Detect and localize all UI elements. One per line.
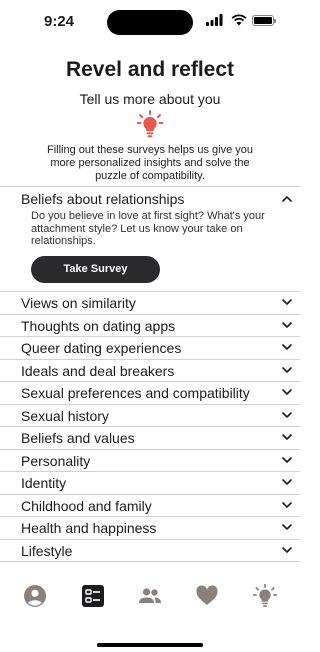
survey-item-label: Childhood and family — [21, 497, 152, 514]
people-icon[interactable] — [138, 584, 162, 608]
chevron-down-icon[interactable] — [282, 546, 292, 554]
survey-item[interactable]: Views on similarity — [0, 291, 300, 314]
survey-item-label: Sexual preferences and compatibility — [21, 385, 250, 401]
dynamic-island — [107, 10, 193, 35]
survey-item-label: Identity — [21, 475, 67, 491]
home-indicator — [97, 643, 203, 647]
page-description: Filling out these surveys helps us give … — [46, 144, 254, 182]
survey-item[interactable]: Sexual history — [0, 403, 300, 427]
page-title: Revel and reflect — [65, 58, 235, 81]
survey-item-label: Lifestyle — [21, 542, 73, 559]
survey-item-label: Thoughts on dating apps — [21, 317, 176, 334]
survey-item[interactable]: Ideals and deal breakers — [0, 358, 300, 382]
chevron-down-icon[interactable] — [282, 299, 292, 306]
survey-item-label: Sexual history — [21, 407, 109, 424]
lightbulb-icon — [137, 110, 163, 138]
chevron-down-icon[interactable] — [282, 411, 292, 419]
survey-item-label: Ideals and deal breakers — [21, 362, 175, 379]
chevron-down-icon[interactable] — [282, 344, 292, 351]
chevron-up-icon[interactable] — [282, 195, 292, 202]
take-survey-button[interactable]: Take Survey — [31, 256, 160, 283]
chevron-down-icon[interactable] — [282, 321, 292, 329]
status-bar: 9:24 — [0, 0, 300, 42]
chevron-down-icon[interactable] — [282, 366, 292, 374]
survey-item-label: Beliefs and values — [21, 430, 135, 446]
chevron-down-icon[interactable] — [282, 389, 292, 396]
survey-item-label: Queer dating experiences — [21, 340, 182, 356]
survey-item[interactable]: Sexual preferences and compatibility — [0, 381, 300, 404]
status-time: 9:24 — [44, 13, 75, 30]
chevron-down-icon[interactable] — [282, 479, 292, 486]
heart-icon[interactable] — [195, 584, 219, 608]
survey-item-label: Personality — [21, 452, 91, 469]
survey-item-beliefs-about-relationships[interactable]: Beliefs about relationships Do you belie… — [0, 186, 300, 291]
lightbulb-icon[interactable] — [253, 584, 277, 608]
survey-item[interactable]: Thoughts on dating apps — [0, 313, 300, 337]
chevron-down-icon[interactable] — [282, 501, 292, 509]
survey-item[interactable]: Personality — [0, 448, 300, 472]
survey-list: Beliefs about relationships Do you belie… — [0, 186, 300, 562]
survey-item[interactable]: Lifestyle — [0, 538, 300, 562]
wifi-icon — [231, 14, 247, 26]
list-divider — [0, 561, 300, 562]
survey-item[interactable]: Health and happiness — [0, 516, 300, 539]
chevron-down-icon[interactable] — [282, 434, 292, 441]
survey-item[interactable]: Queer dating experiences — [0, 336, 300, 359]
survey-item[interactable]: Beliefs and values — [0, 426, 300, 449]
survey-item-description: Do you believe in love at first sight? W… — [31, 210, 265, 247]
battery-icon — [252, 15, 276, 26]
chevron-down-icon[interactable] — [282, 456, 292, 464]
page-subtitle: Tell us more about you — [79, 91, 221, 107]
profile-icon[interactable] — [23, 584, 47, 608]
survey-item-label: Beliefs about relationships — [21, 191, 185, 207]
survey-item[interactable]: Childhood and family — [0, 493, 300, 517]
survey-item-label: Health and happiness — [21, 520, 157, 536]
cellular-signal-icon — [206, 14, 223, 26]
survey-item[interactable]: Identity — [0, 471, 300, 494]
surveys-icon[interactable] — [81, 584, 105, 608]
survey-item-label: Views on similarity — [21, 295, 136, 311]
chevron-down-icon[interactable] — [282, 524, 292, 531]
tab-bar — [0, 578, 300, 618]
